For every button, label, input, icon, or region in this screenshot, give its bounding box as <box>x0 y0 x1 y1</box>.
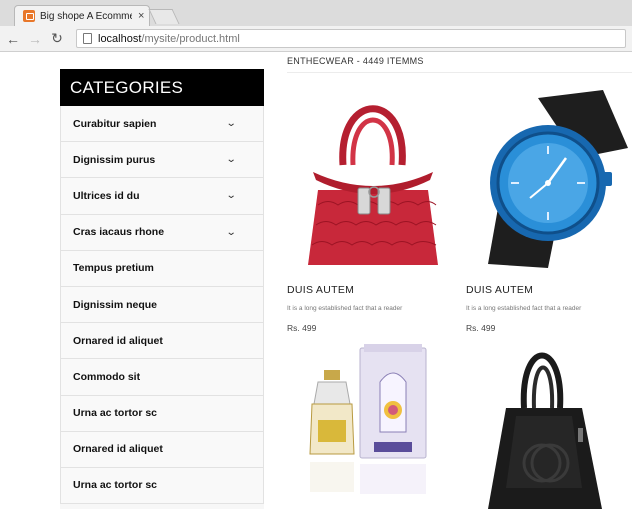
product-title[interactable]: DUIS AUTEM <box>466 284 533 296</box>
sidebar-item-category[interactable]: Tempus pretium <box>61 250 263 287</box>
tab-title: Big shope A Ecommerce <box>40 10 132 22</box>
chevron-down-icon[interactable]: ⌄ <box>225 154 236 165</box>
sidebar-item-category[interactable]: Urna ac tortor sc <box>61 395 263 432</box>
sidebar-item-label: Ornared id aliquet <box>73 334 163 347</box>
chevron-down-icon[interactable]: ⌄ <box>225 118 236 129</box>
sidebar-item-category[interactable]: Ultrices id du ⌄ <box>61 178 263 215</box>
back-arrow-icon[interactable]: ← <box>4 31 22 47</box>
sidebar-item-label: Urna ac tortor sc <box>73 479 158 492</box>
product-price: Rs. 499 <box>466 323 496 333</box>
tab-close-icon[interactable]: × <box>138 10 144 22</box>
sidebar-item-category[interactable]: Ornared id aliquet <box>61 431 263 468</box>
product-description: It is a long established fact that a rea… <box>466 305 582 312</box>
sidebar-item-label: Dignissim neque <box>73 298 158 311</box>
categories-list: Curabitur sapien ⌄ Dignissim purus ⌄ Ultrice… <box>60 106 264 505</box>
sidebar-item-category[interactable]: Curabitur sapien ⌄ <box>61 106 263 143</box>
product-image-blue-watch[interactable] <box>478 88 632 270</box>
product-description: It is a long established fact that a rea… <box>287 305 403 312</box>
sidebar-item-category[interactable]: Urna ac tortor sc <box>61 467 263 505</box>
product-image-red-handbag[interactable] <box>298 80 448 280</box>
browser-tab-strip: Big shope A Ecommerce × <box>0 0 632 26</box>
site-favicon-icon <box>23 10 35 22</box>
url-path: /mysite/product.html <box>141 32 240 45</box>
sidebar-item-label: Urna ac tortor sc <box>73 407 158 420</box>
sidebar-item-category[interactable]: Ornared id aliquet <box>61 323 263 360</box>
chevron-down-icon[interactable]: ⌄ <box>225 227 236 238</box>
address-bar: ← → ↻ localhost /mysite/product.html <box>0 26 632 52</box>
sidebar-item-category[interactable]: Cras iacaus rhone ⌄ <box>61 214 263 251</box>
chevron-down-icon[interactable]: ⌄ <box>225 190 236 201</box>
products-heading: ENTHECWEAR - 4449 ITEMMS <box>287 56 424 66</box>
heading-divider <box>287 72 632 73</box>
browser-tab[interactable]: Big shope A Ecommerce × <box>14 5 150 26</box>
sidebar-item-label: Tempus pretium <box>73 262 154 275</box>
sidebar-item-label: Curabitur sapien <box>73 117 157 130</box>
product-image-black-handbag[interactable] <box>486 338 606 509</box>
url-input[interactable]: localhost /mysite/product.html <box>76 29 626 48</box>
sidebar-item-label: Dignissim purus <box>73 153 156 166</box>
sidebar-item-category[interactable]: Dignissim purus ⌄ <box>61 142 263 179</box>
product-price: Rs. 499 <box>287 323 317 333</box>
categories-sidebar: CATEGORIES Curabitur sapien ⌄ Dignissim pu… <box>60 69 264 509</box>
page-info-icon[interactable] <box>83 33 92 44</box>
sidebar-item-label: Ornared id aliquet <box>73 443 163 456</box>
sidebar-item-category[interactable]: Commodo sit <box>61 359 263 396</box>
product-title[interactable]: DUIS AUTEM <box>287 284 354 296</box>
sidebar-item-label: Cras iacaus rhone <box>73 226 165 239</box>
forward-arrow-icon[interactable]: → <box>26 31 44 47</box>
url-host: localhost <box>98 32 142 45</box>
reload-icon[interactable]: ↻ <box>48 30 66 47</box>
product-image-perfume-bottle[interactable] <box>300 342 440 509</box>
sidebar-item-label: Commodo sit <box>73 370 141 383</box>
sidebar-item-label: Ultrices id du <box>73 189 140 202</box>
sidebar-item-category[interactable]: Dignissim neque <box>61 286 263 324</box>
categories-title: CATEGORIES <box>60 69 264 106</box>
new-tab-button[interactable] <box>148 9 180 24</box>
